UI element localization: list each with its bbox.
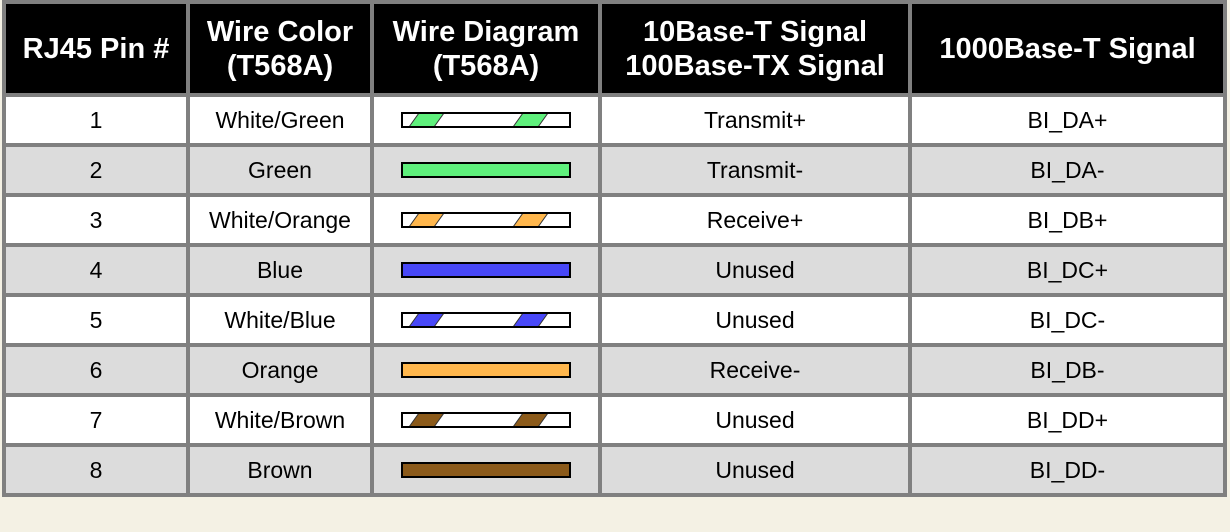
wire-diagram-cell (370, 193, 602, 247)
signal-1000: BI_DD- (908, 443, 1227, 497)
striped-wire-icon (401, 212, 571, 228)
pin-number: 6 (2, 343, 190, 397)
table-row: 5 White/Blue Unused BI_DC- (2, 293, 1227, 347)
table-row: 4 Blue Unused BI_DC+ (2, 243, 1227, 297)
signal-10-100: Unused (598, 393, 912, 447)
signal-10-100: Receive- (598, 343, 912, 397)
signal-10-100: Unused (598, 293, 912, 347)
table-row: 7 White/Brown Unused BI_DD+ (2, 393, 1227, 447)
signal-1000: BI_DC- (908, 293, 1227, 347)
wire-diagram-cell (370, 143, 602, 197)
header-1000-signal: 1000Base-T Signal (908, 0, 1227, 97)
wire-body (402, 363, 570, 377)
wire-color-name: Green (186, 143, 374, 197)
striped-wire-icon (401, 112, 571, 128)
header-wire-diagram: Wire Diagram (T568A) (370, 0, 602, 97)
pin-number: 2 (2, 143, 190, 197)
signal-10-100: Unused (598, 443, 912, 497)
header-pin: RJ45 Pin # (2, 0, 190, 97)
wire-color-name: White/Blue (186, 293, 374, 347)
wire-diagram-cell (370, 243, 602, 297)
wire-diagram-cell (370, 293, 602, 347)
rj45-pinout-table: RJ45 Pin # Wire Color (T568A) Wire Diagra… (2, 0, 1227, 497)
signal-1000: BI_DA- (908, 143, 1227, 197)
header-wire-color: Wire Color (T568A) (186, 0, 374, 97)
signal-10-100: Receive+ (598, 193, 912, 247)
wire-color-name: Blue (186, 243, 374, 297)
signal-1000: BI_DB+ (908, 193, 1227, 247)
signal-1000: BI_DA+ (908, 93, 1227, 147)
solid-wire-icon (401, 262, 571, 278)
signal-10-100: Transmit- (598, 143, 912, 197)
signal-1000: BI_DB- (908, 343, 1227, 397)
signal-10-100: Transmit+ (598, 93, 912, 147)
pin-number: 3 (2, 193, 190, 247)
wire-color-name: White/Orange (186, 193, 374, 247)
header-10-100-signal: 10Base-T Signal 100Base-TX Signal (598, 0, 912, 97)
signal-10-100: Unused (598, 243, 912, 297)
solid-wire-icon (401, 362, 571, 378)
table-row: 2 Green Transmit- BI_DA- (2, 143, 1227, 197)
table-row: 6 Orange Receive- BI_DB- (2, 343, 1227, 397)
table-row: 1 White/Green Transmit+ BI_DA+ (2, 93, 1227, 147)
wire-body (402, 463, 570, 477)
wire-body (402, 163, 570, 177)
pin-number: 5 (2, 293, 190, 347)
table-row: 3 White/Orange Receive+ BI_DB+ (2, 193, 1227, 247)
striped-wire-icon (401, 312, 571, 328)
wire-color-name: White/Brown (186, 393, 374, 447)
wire-color-name: Orange (186, 343, 374, 397)
signal-1000: BI_DD+ (908, 393, 1227, 447)
pin-number: 8 (2, 443, 190, 497)
pin-number: 7 (2, 393, 190, 447)
wire-body (402, 263, 570, 277)
pin-number: 4 (2, 243, 190, 297)
wire-diagram-cell (370, 93, 602, 147)
solid-wire-icon (401, 462, 571, 478)
striped-wire-icon (401, 412, 571, 428)
wire-color-name: Brown (186, 443, 374, 497)
wire-diagram-cell (370, 343, 602, 397)
signal-1000: BI_DC+ (908, 243, 1227, 297)
wire-diagram-cell (370, 443, 602, 497)
header-row: RJ45 Pin # Wire Color (T568A) Wire Diagra… (2, 0, 1227, 97)
wire-diagram-cell (370, 393, 602, 447)
pin-number: 1 (2, 93, 190, 147)
wire-color-name: White/Green (186, 93, 374, 147)
table-row: 8 Brown Unused BI_DD- (2, 443, 1227, 497)
solid-wire-icon (401, 162, 571, 178)
